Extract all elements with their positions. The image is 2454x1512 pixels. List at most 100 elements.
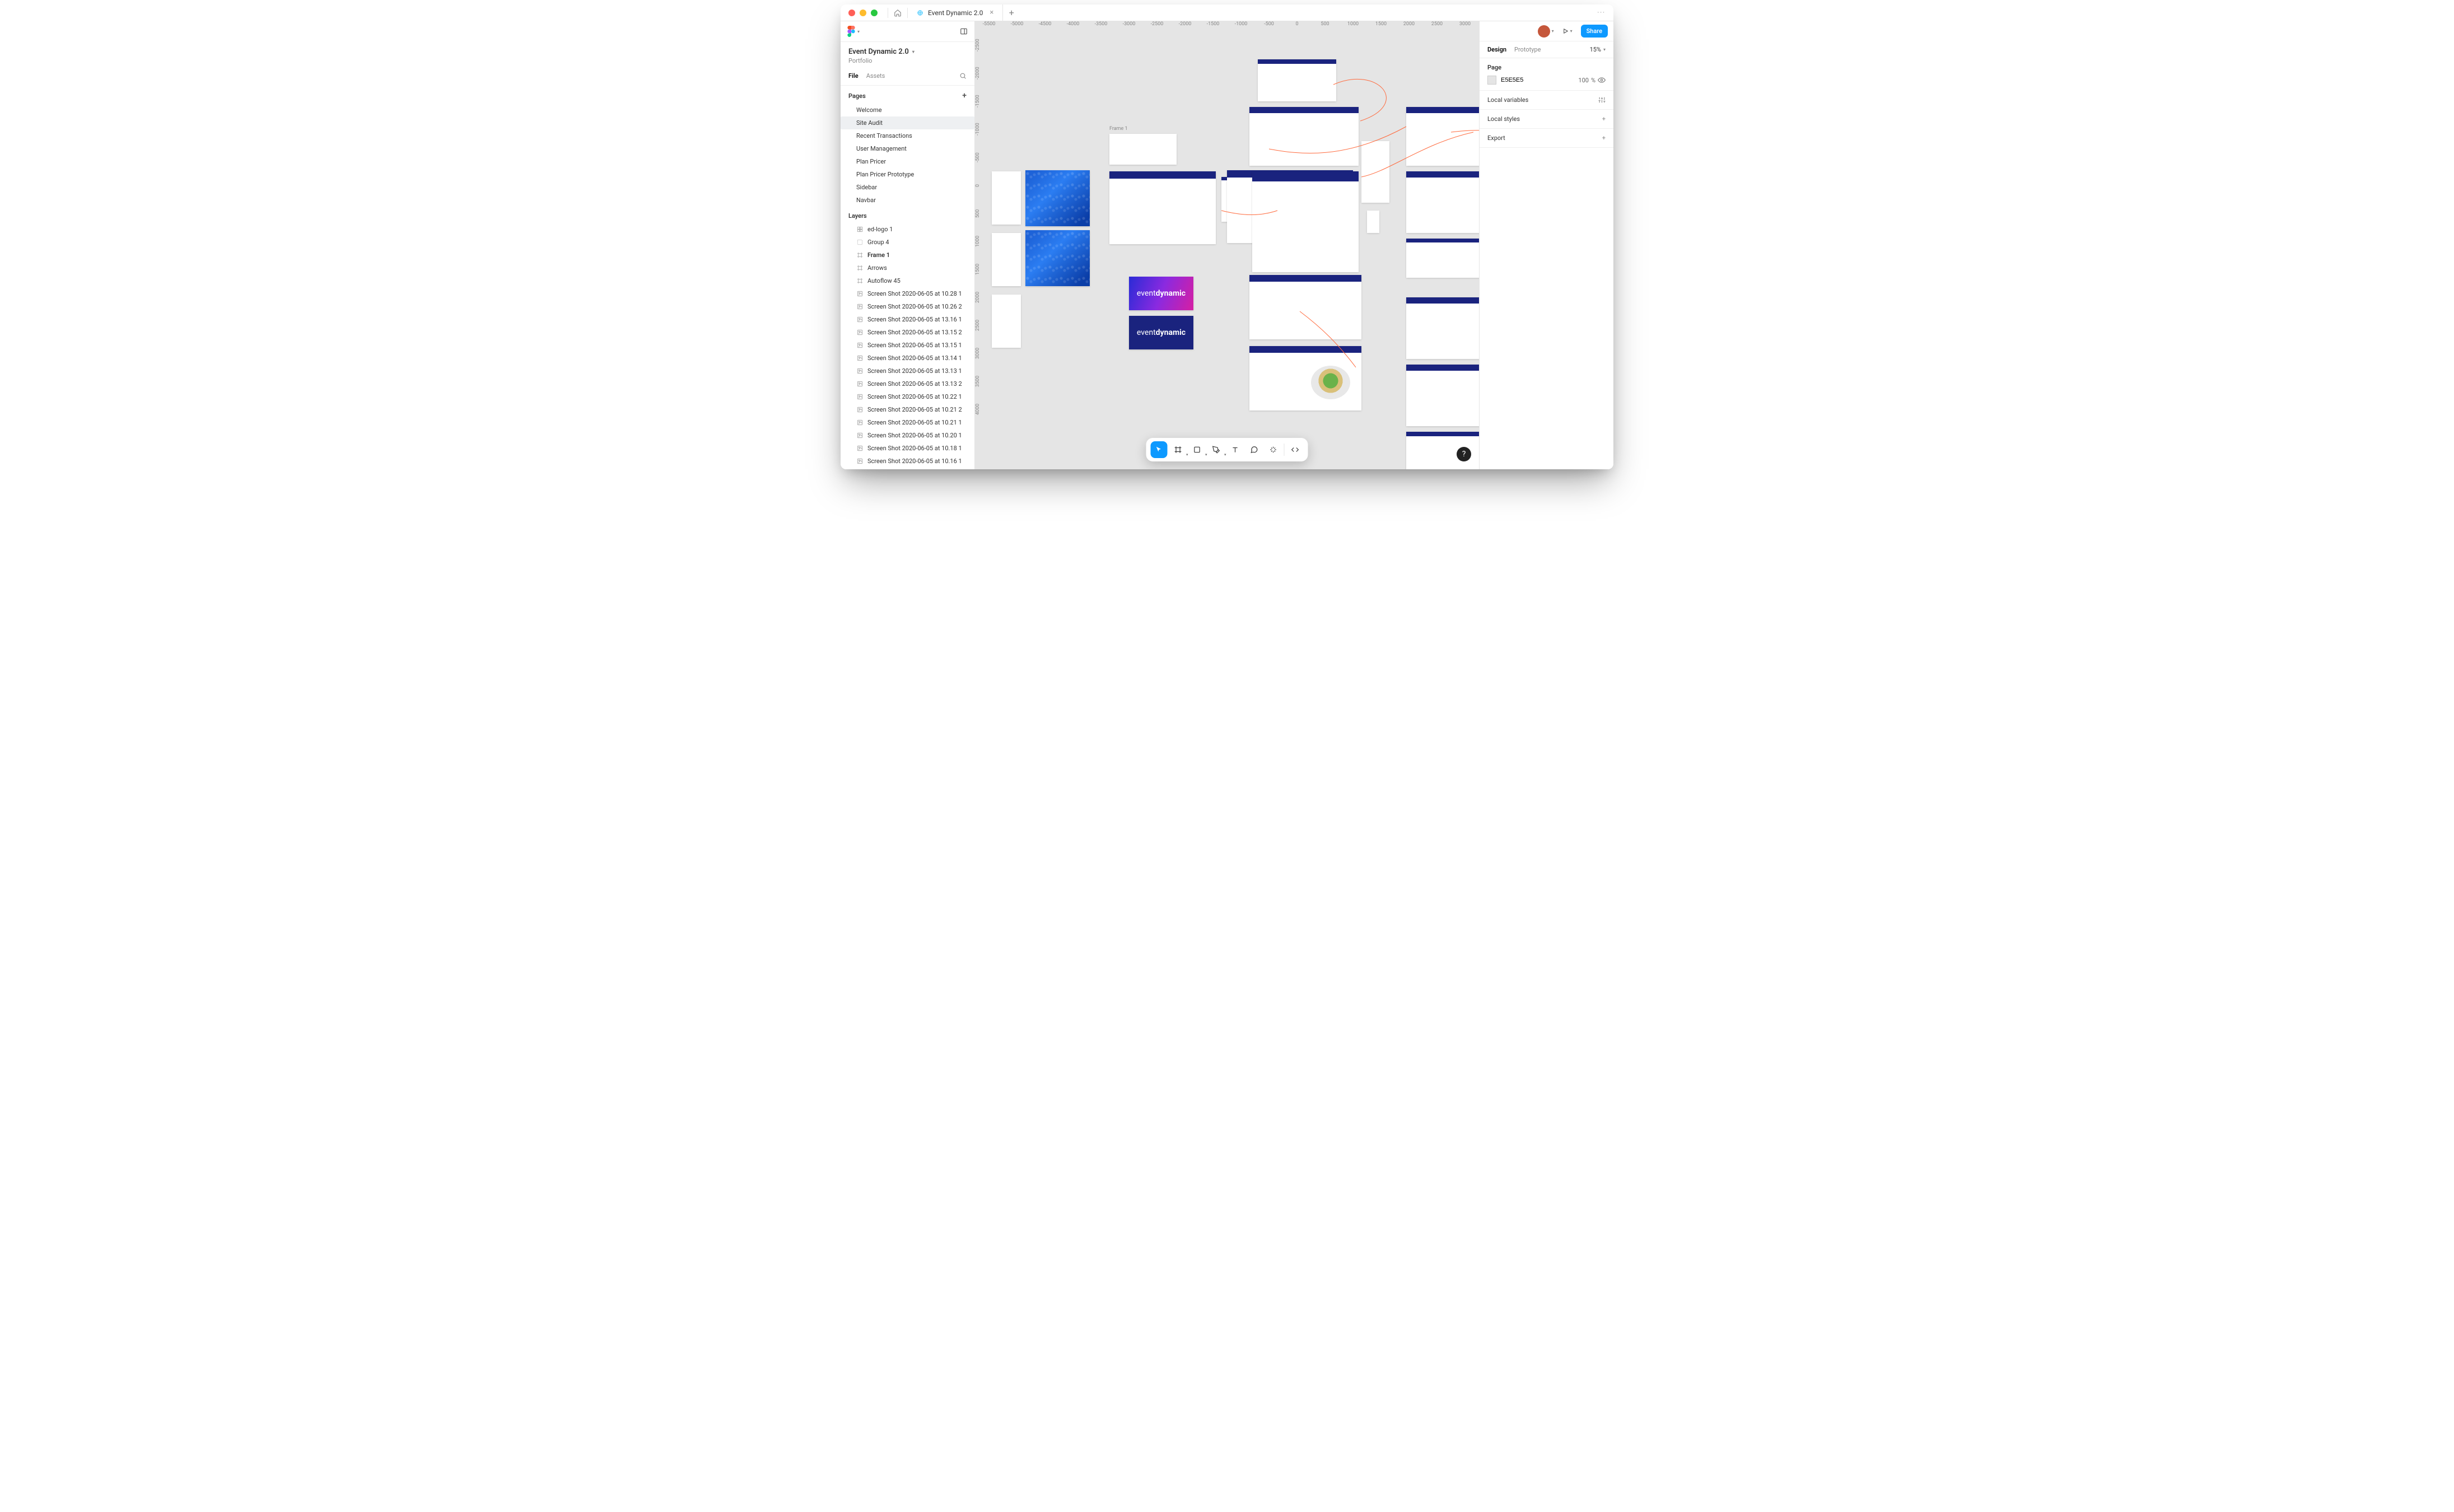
local-styles-row[interactable]: Local styles + xyxy=(1480,110,1613,129)
tab-prototype[interactable]: Prototype xyxy=(1514,46,1541,53)
bg-color-swatch[interactable] xyxy=(1487,76,1496,85)
bg-hex-input[interactable] xyxy=(1501,77,1534,83)
layer-item[interactable]: Screen Shot 2020-06-05 at 10.15 1 xyxy=(841,468,974,469)
close-tab-button[interactable]: × xyxy=(987,8,996,17)
layer-item[interactable]: Frame 1 xyxy=(841,249,974,262)
layer-item[interactable]: Arrows xyxy=(841,262,974,274)
screenshot[interactable] xyxy=(1249,107,1359,166)
new-tab-button[interactable]: + xyxy=(1003,7,1020,18)
artboard[interactable] xyxy=(992,295,1021,348)
maximize-window-button[interactable] xyxy=(871,10,878,16)
chevron-down-icon: ▾ xyxy=(912,49,915,54)
layer-item[interactable]: Screen Shot 2020-06-05 at 13.15 2 xyxy=(841,326,974,339)
layer-item[interactable]: ed-logo 1 xyxy=(841,223,974,236)
screenshot[interactable] xyxy=(1406,297,1479,359)
screenshot[interactable] xyxy=(1361,141,1389,203)
move-tool[interactable]: ▾ xyxy=(1151,441,1168,458)
page-item[interactable]: Welcome xyxy=(841,104,974,116)
tab-design[interactable]: Design xyxy=(1487,46,1506,53)
add-page-button[interactable]: + xyxy=(962,91,967,100)
image-icon xyxy=(856,432,863,439)
layer-item[interactable]: Screen Shot 2020-06-05 at 10.21 1 xyxy=(841,416,974,429)
export-row[interactable]: Export + xyxy=(1480,129,1613,148)
toolbar-separator xyxy=(1284,444,1285,456)
screenshot[interactable] xyxy=(1406,239,1479,278)
help-button[interactable]: ? xyxy=(1457,447,1471,461)
frame-icon xyxy=(1174,446,1182,454)
dev-mode-tool[interactable] xyxy=(1287,441,1304,458)
layer-item[interactable]: Screen Shot 2020-06-05 at 13.14 1 xyxy=(841,352,974,365)
layer-item[interactable]: Autoflow 45 xyxy=(841,274,974,287)
page-item[interactable]: User Management xyxy=(841,142,974,155)
project-name[interactable]: Portfolio xyxy=(848,57,967,64)
screenshot[interactable] xyxy=(1258,59,1336,101)
shape-tool[interactable]: ▾ xyxy=(1189,441,1206,458)
layer-item[interactable]: Group 4 xyxy=(841,236,974,249)
window-more-menu[interactable]: ··· xyxy=(1589,9,1613,16)
home-button[interactable] xyxy=(890,6,905,20)
visibility-toggle[interactable] xyxy=(1598,76,1606,84)
layer-item[interactable]: Screen Shot 2020-06-05 at 10.18 1 xyxy=(841,442,974,455)
share-button[interactable]: Share xyxy=(1581,25,1608,38)
artboard[interactable] xyxy=(992,233,1021,286)
screenshot[interactable] xyxy=(1406,171,1479,233)
search-button[interactable] xyxy=(959,72,967,80)
actions-tool[interactable] xyxy=(1265,441,1282,458)
brand-bold: dynamic xyxy=(1156,328,1186,337)
bg-opacity-value[interactable]: 100 xyxy=(1578,77,1589,84)
present-button[interactable]: ▾ xyxy=(1560,26,1575,36)
frame-tool[interactable]: ▾ xyxy=(1170,441,1187,458)
brand-logo-gradient[interactable]: eventdynamic xyxy=(1129,277,1193,310)
canvas-stage[interactable]: Frame 1 xyxy=(986,31,1479,469)
page-item[interactable]: Sidebar xyxy=(841,181,974,194)
image-icon xyxy=(856,381,863,388)
layer-item[interactable]: Screen Shot 2020-06-05 at 13.15 1 xyxy=(841,339,974,352)
close-window-button[interactable] xyxy=(848,10,855,16)
layer-item[interactable]: Screen Shot 2020-06-05 at 13.13 2 xyxy=(841,377,974,390)
screenshot[interactable] xyxy=(1406,365,1479,426)
screenshot[interactable] xyxy=(1406,107,1479,166)
zoom-control[interactable]: 15% ▾ xyxy=(1590,46,1606,53)
page-item[interactable]: Navbar xyxy=(841,194,974,207)
panel-toggle-button[interactable] xyxy=(960,27,968,35)
file-name[interactable]: Event Dynamic 2.0 ▾ xyxy=(848,48,967,56)
seats-image[interactable] xyxy=(1025,170,1090,226)
layer-label: Group 4 xyxy=(867,239,889,246)
seats-image[interactable] xyxy=(1025,230,1090,286)
screenshot[interactable] xyxy=(1252,171,1359,272)
image-icon xyxy=(856,407,863,413)
pen-tool[interactable]: ▾ xyxy=(1208,441,1225,458)
layer-label: Screen Shot 2020-06-05 at 10.28 1 xyxy=(867,290,962,297)
layer-item[interactable]: Screen Shot 2020-06-05 at 13.13 1 xyxy=(841,365,974,377)
brand-logo-solid[interactable]: eventdynamic xyxy=(1129,316,1193,349)
tab-file[interactable]: File xyxy=(848,71,859,81)
canvas-area[interactable]: -5500-5000-4500-4000-3500-3000-2500-2000… xyxy=(975,21,1479,469)
comment-tool[interactable] xyxy=(1246,441,1263,458)
minimize-window-button[interactable] xyxy=(860,10,866,16)
tab-assets[interactable]: Assets xyxy=(866,71,885,81)
layer-item[interactable]: Screen Shot 2020-06-05 at 10.26 2 xyxy=(841,300,974,313)
file-tab[interactable]: Event Dynamic 2.0 × xyxy=(910,4,1003,21)
page-item[interactable]: Plan Pricer xyxy=(841,155,974,168)
page-item[interactable]: Site Audit xyxy=(841,116,974,129)
screenshot[interactable] xyxy=(1109,171,1216,244)
layer-item[interactable]: Screen Shot 2020-06-05 at 10.16 1 xyxy=(841,455,974,468)
text-tool[interactable] xyxy=(1227,441,1244,458)
artboard[interactable] xyxy=(992,171,1021,225)
screenshot[interactable] xyxy=(1249,346,1361,410)
ruler-tick: -5000 xyxy=(1003,21,1031,31)
layer-item[interactable]: Screen Shot 2020-06-05 at 10.28 1 xyxy=(841,287,974,300)
local-variables-row[interactable]: Local variables xyxy=(1480,91,1613,110)
group-icon xyxy=(856,239,863,246)
layer-item[interactable]: Screen Shot 2020-06-05 at 10.20 1 xyxy=(841,429,974,442)
screenshot[interactable] xyxy=(1249,275,1361,339)
page-item[interactable]: Plan Pricer Prototype xyxy=(841,168,974,181)
main-menu-button[interactable]: ▾ xyxy=(847,26,860,37)
frame-note[interactable]: Frame 1 xyxy=(1109,134,1177,165)
layer-item[interactable]: Screen Shot 2020-06-05 at 10.21 2 xyxy=(841,403,974,416)
layer-item[interactable]: Screen Shot 2020-06-05 at 10.22 1 xyxy=(841,390,974,403)
user-menu[interactable]: ▾ xyxy=(1538,25,1554,38)
layer-item[interactable]: Screen Shot 2020-06-05 at 13.16 1 xyxy=(841,313,974,326)
screenshot[interactable] xyxy=(1367,211,1379,233)
page-item[interactable]: Recent Transactions xyxy=(841,129,974,142)
